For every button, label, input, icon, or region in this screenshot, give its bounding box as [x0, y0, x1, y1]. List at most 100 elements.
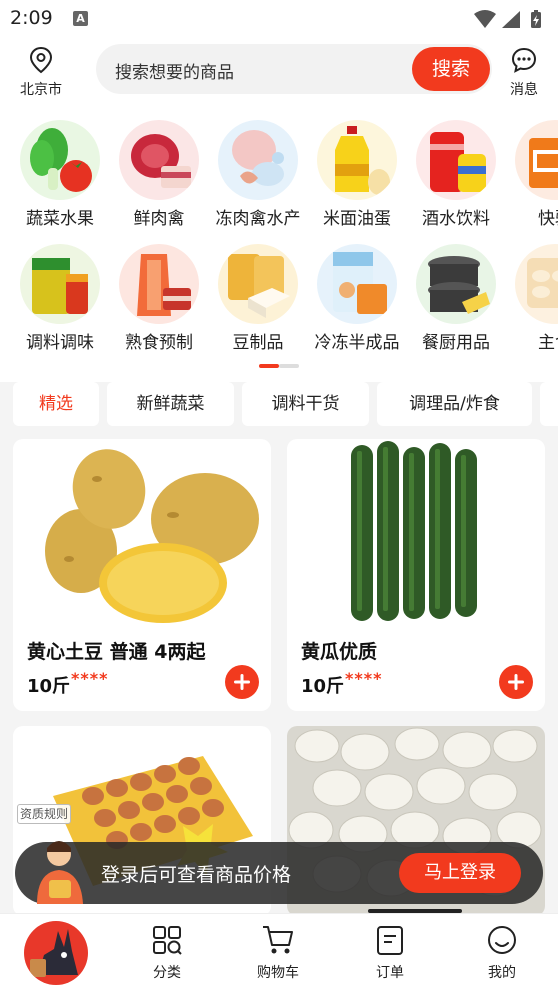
nav-label: 订单	[376, 965, 404, 981]
product-price: 10斤	[301, 676, 345, 697]
category-icon	[153, 926, 182, 955]
search-button[interactable]: 搜索	[412, 47, 490, 91]
messages-label: 消息	[510, 82, 538, 98]
frozen-semi-icon	[317, 244, 397, 324]
header: 北京市 搜索想要的商品 搜索 消息	[0, 38, 558, 110]
search-bar[interactable]: 搜索想要的商品 搜索	[96, 44, 492, 94]
add-to-cart-button[interactable]	[225, 665, 259, 699]
profile-icon	[488, 926, 516, 954]
nav-cart[interactable]: 购物车	[238, 924, 318, 982]
message-bubble-icon	[511, 47, 537, 73]
category-frozen-meat[interactable]: 冻肉禽水产	[208, 120, 308, 229]
category-label: 豆制品	[232, 333, 284, 353]
frozen-meat-icon	[218, 120, 298, 200]
battery-icon	[531, 10, 541, 28]
add-to-cart-button[interactable]	[499, 665, 533, 699]
status-bar: 2:09 A	[0, 0, 558, 38]
tab-seasoning-dried[interactable]: 调料干货	[242, 382, 369, 426]
category-label: 冷冻半成品	[314, 333, 400, 353]
nav-profile[interactable]: 我的	[462, 924, 542, 982]
nav-category[interactable]: 分类	[127, 924, 207, 982]
category-label: 鲜肉禽	[133, 209, 185, 229]
category-cooked-food[interactable]: 熟食预制	[109, 244, 209, 353]
pager-dot-active	[259, 364, 279, 368]
location-pin-icon	[29, 46, 53, 74]
category-beverage[interactable]: 酒水饮料	[406, 120, 506, 229]
location-selector[interactable]: 北京市	[16, 46, 66, 99]
plus-icon	[234, 674, 250, 690]
kitchenware-icon	[416, 244, 496, 324]
tab-fresh-vegetables[interactable]: 新鲜蔬菜	[107, 382, 234, 426]
category-frozen-semi[interactable]: 冷冻半成品	[307, 244, 407, 353]
category-row: 蔬菜水果 鲜肉禽 冻肉禽水产 米面油蛋 酒水饮料 快	[0, 120, 558, 240]
tab-featured[interactable]: 精选	[13, 382, 99, 426]
category-label: 冻肉禽水产	[215, 209, 301, 229]
product-title: 黄心土豆 普通 4两起	[27, 641, 206, 663]
vegetable-fruit-icon	[20, 120, 100, 200]
category-kitchenware[interactable]: 餐厨用品	[406, 244, 506, 353]
tab-prepared-fried[interactable]: 调理品/炸食	[377, 382, 532, 426]
category-label: 蔬菜水果	[26, 209, 94, 229]
category-kuailv[interactable]: 快驴	[505, 120, 558, 229]
category-rice-oil-egg[interactable]: 米面油蛋	[307, 120, 407, 229]
category-label: 餐厨用品	[422, 333, 490, 353]
app-screen: 2:09 A 北京市 搜索想要的商品 搜索 消息 蔬菜水果 鲜肉禽 冻肉禽水产 …	[0, 0, 558, 992]
login-button[interactable]: 马上登录	[399, 853, 521, 893]
cooked-food-icon	[119, 244, 199, 324]
bottom-nav: 分类 购物车 订单 我的	[0, 913, 558, 992]
signal-icon	[502, 11, 520, 28]
cucumber-image	[351, 441, 477, 621]
home-logo-button[interactable]	[24, 921, 88, 985]
category-label: 酒水饮料	[422, 209, 490, 229]
search-input[interactable]: 搜索想要的商品	[115, 58, 234, 83]
price-mask: ****	[345, 669, 383, 688]
category-label: 熟食预制	[125, 333, 193, 353]
status-icons	[472, 9, 546, 33]
category-staple-food[interactable]: 主食	[505, 244, 558, 353]
category-label: 主食	[538, 333, 558, 353]
category-vegetable-fruit[interactable]: 蔬菜水果	[10, 120, 110, 229]
filter-tabs: 精选 新鲜蔬菜 调料干货 调理品/炸食	[0, 382, 558, 432]
nav-label: 购物车	[257, 965, 299, 981]
category-tofu[interactable]: 豆制品	[208, 244, 308, 353]
product-title: 黄瓜优质	[301, 641, 378, 663]
location-label: 北京市	[20, 82, 62, 98]
messages-button[interactable]: 消息	[502, 46, 546, 99]
price-mask: ****	[71, 669, 109, 688]
donkey-logo-icon	[30, 929, 78, 977]
nav-label: 我的	[488, 965, 516, 981]
category-grid: 蔬菜水果 鲜肉禽 冻肉禽水产 米面油蛋 酒水饮料 快 调料调味 熟食预制 豆制品…	[0, 110, 558, 382]
nav-orders[interactable]: 订单	[350, 924, 430, 982]
category-pager	[259, 364, 299, 368]
staple-food-icon	[515, 244, 558, 324]
category-fresh-meat[interactable]: 鲜肉禽	[109, 120, 209, 229]
category-label: 快驴	[538, 209, 558, 229]
wifi-icon	[474, 10, 496, 28]
potato-image	[45, 449, 259, 623]
category-label: 米面油蛋	[323, 209, 391, 229]
tofu-icon	[218, 244, 298, 324]
category-row: 调料调味 熟食预制 豆制品 冷冻半成品 餐厨用品 主	[0, 244, 558, 364]
product-card[interactable]: 黄心土豆 普通 4两起 10斤 ****	[13, 439, 271, 711]
notification-icon: A	[73, 11, 88, 26]
login-banner: 登录后可查看商品价格 马上登录	[15, 841, 543, 904]
beverage-icon	[416, 120, 496, 200]
category-label: 调料调味	[26, 333, 94, 353]
product-price: 10斤	[27, 676, 71, 697]
seasoning-icon	[20, 244, 100, 324]
cart-icon	[263, 926, 293, 954]
status-time: 2:09	[10, 7, 53, 29]
pager-dot	[279, 364, 299, 368]
qualification-tag[interactable]: 资质规则	[17, 804, 72, 824]
kuailv-icon	[515, 120, 558, 200]
rice-oil-egg-icon	[317, 120, 397, 200]
category-seasoning[interactable]: 调料调味	[10, 244, 110, 353]
courier-avatar-icon	[37, 841, 83, 904]
product-card[interactable]: 黄瓜优质 10斤 ****	[287, 439, 545, 711]
fresh-meat-icon	[119, 120, 199, 200]
login-prompt: 登录后可查看商品价格	[101, 864, 292, 886]
tab-more[interactable]	[540, 382, 558, 426]
plus-icon	[508, 674, 524, 690]
order-icon	[377, 926, 403, 955]
nav-label: 分类	[153, 965, 181, 981]
